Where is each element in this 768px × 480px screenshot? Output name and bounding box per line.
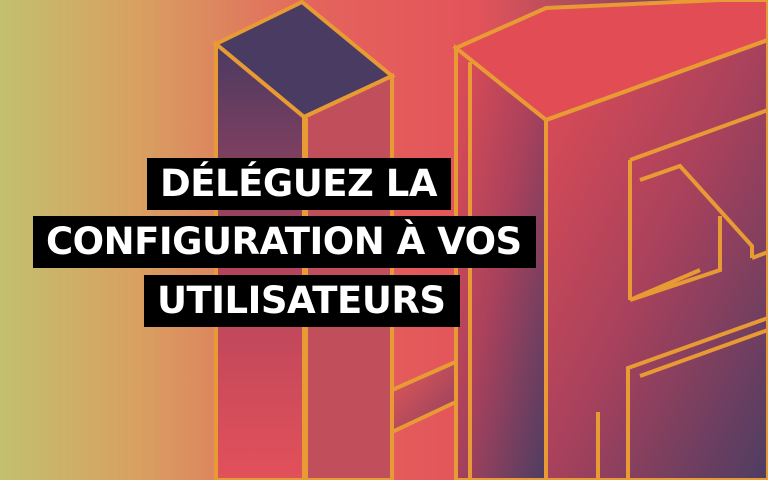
headline-line-3: UTILISATEURS xyxy=(144,275,460,327)
hero-banner: DÉLÉGUEZ LA CONFIGURATION À VOS UTILISAT… xyxy=(0,0,768,480)
headline-line-2: CONFIGURATION À VOS xyxy=(33,216,536,268)
headline-line-1: DÉLÉGUEZ LA xyxy=(147,158,451,210)
headline: DÉLÉGUEZ LA CONFIGURATION À VOS UTILISAT… xyxy=(0,0,768,480)
